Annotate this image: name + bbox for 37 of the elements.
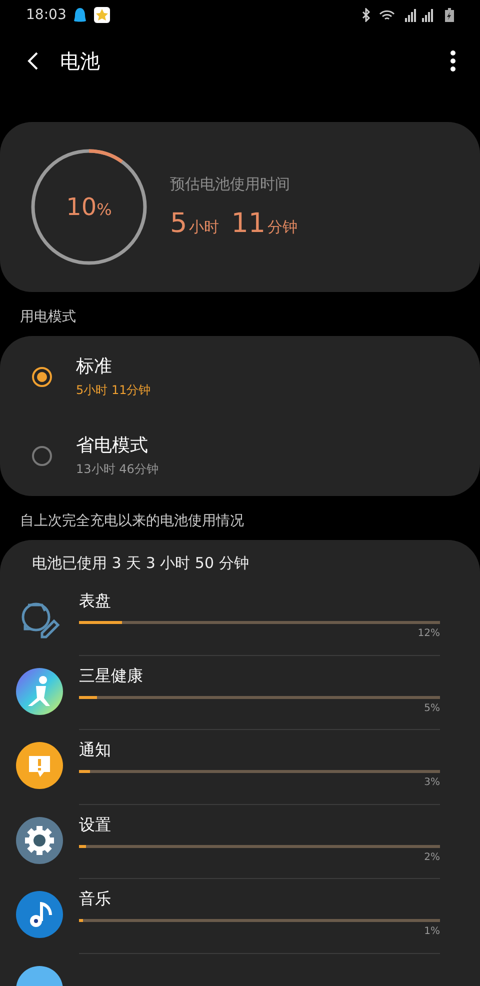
app-name: 音乐 — [79, 889, 112, 910]
usage-percent: 5% — [423, 702, 440, 714]
power-mode-option[interactable]: 省电模式 13小时 46分钟 — [0, 416, 480, 495]
radio-button[interactable] — [32, 446, 52, 466]
usage-percent: 3% — [423, 777, 440, 788]
more-options-icon[interactable] — [450, 50, 456, 72]
bluetooth-icon — [361, 8, 371, 22]
running-figure-icon — [16, 668, 63, 714]
option-duration: 13小时 46分钟 — [76, 461, 158, 478]
usage-percent: 1% — [423, 926, 440, 937]
section-label: 用电模式 — [19, 308, 77, 327]
back-icon[interactable] — [26, 51, 40, 71]
battery-icon — [445, 8, 454, 22]
settings-icon — [16, 816, 63, 864]
app-name: 通知 — [79, 740, 112, 761]
option-title: 标准 — [76, 355, 113, 378]
power-mode-option[interactable]: 标准 5小时 11分钟 — [0, 337, 480, 416]
music-note-icon — [16, 891, 63, 938]
estimate-caption: 预估电池使用时间 — [170, 175, 291, 194]
usage-total: 电池已使用 3 天 3 小时 50 分钟 — [31, 553, 250, 574]
app-name: 表盘 — [79, 591, 112, 612]
option-duration: 5小时 11分钟 — [76, 382, 151, 399]
wifi-icon — [379, 8, 395, 22]
app-name: 设置 — [79, 814, 112, 836]
app-name: 三星健康 — [79, 666, 144, 686]
option-title: 省电模式 — [76, 434, 149, 457]
battery-percent: 10% — [66, 193, 112, 221]
page-title: 电池 — [60, 48, 101, 74]
radio-button[interactable] — [32, 366, 52, 386]
status-time: 18:03 — [26, 7, 66, 23]
usage-percent: 12% — [416, 628, 440, 639]
estimated-time: 5 小时 11 分钟 — [170, 208, 298, 239]
alert-bubble-icon — [16, 742, 63, 789]
notification-icon — [74, 7, 86, 23]
star-app-icon — [94, 7, 110, 23]
section-label: 自上次完全充电以来的电池使用情况 — [19, 512, 245, 531]
usage-percent: 2% — [423, 852, 440, 862]
